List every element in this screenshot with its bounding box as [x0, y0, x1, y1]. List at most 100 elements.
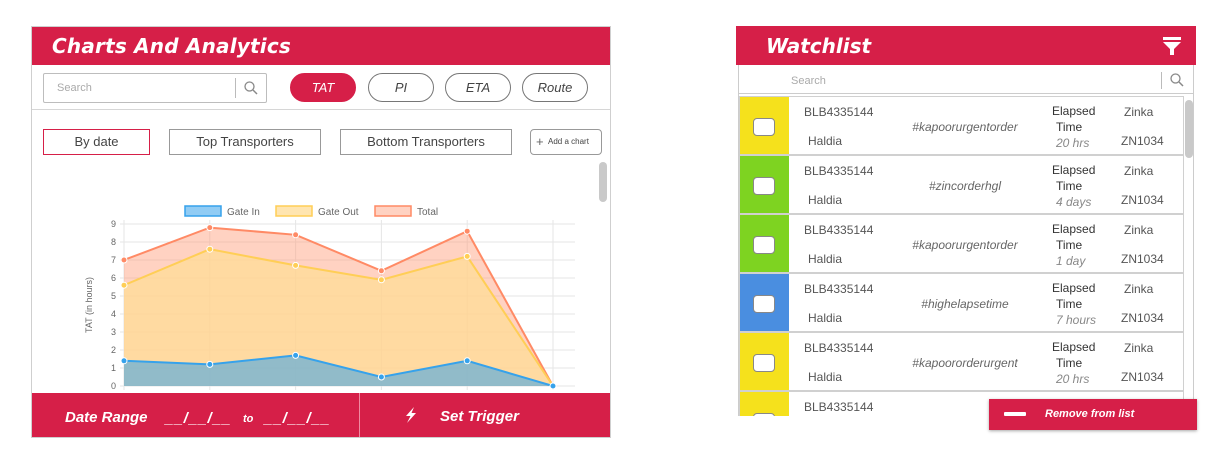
top-transporters-button[interactable]: Top Transporters — [169, 129, 321, 155]
charts-analytics-panel: Charts And Analytics Search TAT PI ETA R… — [31, 26, 611, 438]
legend-label: Gate In — [227, 207, 260, 218]
time-label: Time — [1056, 297, 1083, 311]
elapsed-label: Elapsed — [1052, 281, 1096, 295]
y-tick-label: 6 — [111, 273, 116, 283]
data-point — [463, 227, 471, 235]
data-point — [206, 224, 214, 232]
row-company: Zinka — [1124, 341, 1154, 355]
add-chart-button[interactable]: + Add a chart — [530, 129, 602, 155]
charts-search-input[interactable]: Search — [43, 73, 267, 103]
tab-pi[interactable]: PI — [368, 73, 434, 102]
filter-icon[interactable] — [1161, 35, 1183, 57]
bottom-transporters-button[interactable]: Bottom Transporters — [340, 129, 512, 155]
tab-route[interactable]: Route — [522, 73, 588, 102]
search-placeholder: Search — [57, 82, 92, 94]
row-checkbox[interactable] — [753, 118, 775, 136]
tab-eta[interactable]: ETA — [445, 73, 511, 102]
data-point — [292, 261, 300, 269]
search-icon[interactable] — [1169, 72, 1185, 88]
lightning-icon[interactable] — [402, 406, 420, 424]
row-tag: #kapoorurgentorder — [912, 238, 1018, 252]
time-label: Time — [1056, 120, 1083, 134]
row-checkbox[interactable] — [753, 177, 775, 195]
row-checkbox[interactable] — [753, 354, 775, 372]
status-color — [740, 392, 789, 416]
tab-tat[interactable]: TAT — [290, 73, 356, 102]
data-point — [120, 281, 128, 289]
row-company: Zinka — [1124, 223, 1154, 237]
date-to-field[interactable]: __/__/__ — [264, 410, 330, 427]
row-code: ZN1034 — [1121, 370, 1164, 384]
data-point — [292, 231, 300, 239]
row-location: Haldia — [808, 311, 843, 325]
charts-header: Charts And Analytics — [32, 27, 610, 65]
watchlist-row[interactable]: BLB4335144 Haldia #kapoororderurgent Ela… — [739, 332, 1184, 391]
by-date-button[interactable]: By date — [43, 129, 150, 155]
row-code: ZN1034 — [1121, 134, 1164, 148]
row-company: Zinka — [1124, 164, 1154, 178]
row-company: Zinka — [1124, 105, 1154, 119]
legend-label: Total — [417, 207, 438, 218]
row-checkbox[interactable] — [753, 413, 775, 416]
y-tick-label: 3 — [111, 327, 116, 337]
y-axis-title: TAT (in hours) — [84, 277, 94, 333]
data-point — [377, 267, 385, 275]
y-tick-label: 1 — [111, 363, 116, 373]
status-color — [740, 215, 789, 272]
legend-swatch — [275, 205, 313, 217]
date-from-field[interactable]: __/__/__ — [165, 410, 231, 427]
search-icon[interactable] — [243, 80, 259, 96]
scrollbar[interactable] — [1185, 100, 1193, 158]
row-tag: #kapoororderurgent — [912, 356, 1018, 370]
watchlist-row[interactable]: BLB4335144 Haldia #zincorderhgl Elapsed … — [739, 155, 1184, 214]
date-range-label: Date Range — [65, 409, 148, 426]
remove-label: Remove from list — [1045, 408, 1135, 420]
y-tick-label: 8 — [111, 237, 116, 247]
row-id: BLB4335144 — [804, 400, 874, 414]
data-point — [377, 373, 385, 381]
minus-icon — [1004, 412, 1026, 416]
elapsed-value: 20 hrs — [1056, 372, 1090, 386]
elapsed-label: Elapsed — [1052, 104, 1096, 118]
footer-divider — [359, 393, 360, 437]
data-point — [463, 252, 471, 260]
elapsed-label: Elapsed — [1052, 340, 1096, 354]
y-tick-label: 2 — [111, 345, 116, 355]
row-company: Zinka — [1124, 282, 1154, 296]
watchlist-row[interactable]: BLB4335144 Haldia #highelapsetime Elapse… — [739, 273, 1184, 332]
row-id: BLB4335144 — [804, 164, 874, 178]
y-tick-label: 9 — [111, 219, 116, 229]
watchlist-panel: Watchlist Search BLB4335144 Haldia #kapo… — [736, 26, 1196, 416]
row-id: BLB4335144 — [804, 105, 874, 119]
row-location: Haldia — [808, 193, 843, 207]
remove-from-list-button[interactable]: Remove from list — [989, 399, 1197, 430]
row-tag: #highelapsetime — [921, 297, 1009, 311]
elapsed-label: Elapsed — [1052, 222, 1096, 236]
watchlist-search-placeholder: Search — [791, 75, 826, 87]
watchlist-row[interactable]: BLB4335144 Haldia #kapoorurgentorder Ela… — [739, 214, 1184, 273]
time-label: Time — [1056, 179, 1083, 193]
row-location: Haldia — [808, 134, 843, 148]
legend-label: Gate Out — [318, 207, 359, 218]
search-divider — [235, 78, 236, 98]
row-checkbox[interactable] — [753, 236, 775, 254]
divider — [32, 109, 610, 110]
watchlist-row[interactable]: BLB4335144 Haldia #kapoorurgentorder Ela… — [739, 96, 1184, 155]
row-id: BLB4335144 — [804, 223, 874, 237]
charts-footer: Date Range __/__/__ to __/__/__ Set Trig… — [32, 393, 610, 437]
row-location: Haldia — [808, 252, 843, 266]
data-point — [206, 360, 214, 368]
legend-swatch — [374, 205, 412, 217]
row-tag: #kapoorurgentorder — [912, 120, 1018, 134]
watchlist-header: Watchlist — [736, 26, 1196, 65]
y-tick-label: 0 — [111, 381, 116, 391]
set-trigger-button[interactable]: Set Trigger — [440, 408, 519, 425]
elapsed-value: 1 day — [1056, 254, 1086, 268]
row-code: ZN1034 — [1121, 193, 1164, 207]
elapsed-value: 7 hours — [1056, 313, 1097, 327]
row-checkbox[interactable] — [753, 295, 775, 313]
scrollbar[interactable] — [599, 162, 607, 202]
watchlist-search-input[interactable]: Search — [739, 67, 1193, 94]
row-location: Haldia — [808, 370, 843, 384]
status-color — [740, 333, 789, 390]
